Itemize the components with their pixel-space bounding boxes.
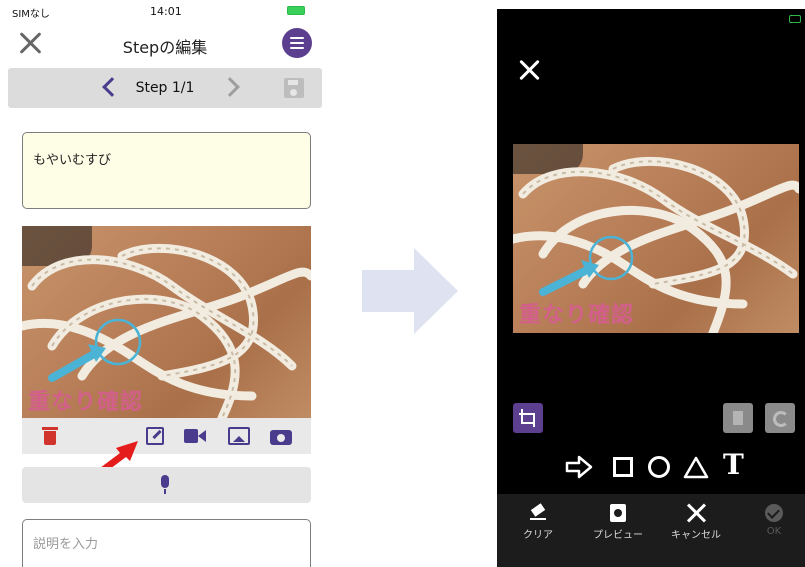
clear-label: クリア [523,530,553,541]
checkmark-icon [765,504,783,522]
step-title-field[interactable]: もやいむすび [22,132,311,209]
trash-icon[interactable] [42,427,58,445]
eraser-icon [530,504,546,522]
list-icon-line [290,47,304,49]
video-camera-icon[interactable] [184,427,206,445]
text-tool-icon[interactable]: T [723,451,744,479]
status-bar: SIMなし 14:01 [0,0,330,22]
arrow-tool-icon[interactable] [565,455,593,479]
list-icon-line [290,37,304,39]
voice-input-button[interactable] [22,467,311,503]
save-icon[interactable] [284,78,304,98]
cancel-icon [687,504,705,522]
camera-icon[interactable] [270,427,292,445]
image-editor-screen: 重なり確認 T クリア プレビュー キャンセル OK [497,9,805,567]
trash-icon[interactable] [723,403,753,433]
media-toolbar [22,418,311,454]
edit-icon[interactable] [146,427,164,445]
step-editor-screen: SIMなし 14:01 Stepの編集 Step 1/1 もやいむすび 重なり確… [0,0,330,567]
preview-icon [610,504,626,522]
ok-label: OK [766,526,782,537]
rectangle-tool-icon[interactable] [613,457,633,477]
chevron-right-icon[interactable] [226,79,238,91]
shape-toolbar: T [563,451,753,481]
editing-photo[interactable]: 重なり確認 [513,144,799,333]
list-menu-button[interactable] [282,28,312,58]
circle-tool-icon[interactable] [648,456,670,478]
clear-button[interactable]: クリア [503,504,573,541]
ok-button[interactable]: OK [739,504,805,537]
description-field[interactable]: 説明を入力 [22,519,311,567]
transition-arrow [362,248,458,334]
triangle-tool-icon[interactable] [683,455,709,479]
preview-label: プレビュー [593,530,643,541]
cancel-button[interactable]: キャンセル [661,504,731,541]
page-title: Stepの編集 [122,38,208,57]
clock-time: 14:01 [150,5,182,18]
gallery-icon[interactable] [228,427,250,445]
close-icon[interactable] [519,59,541,81]
step-navigator: Step 1/1 [8,68,322,108]
photo-caption: 重なり確認 [519,303,635,328]
editor-action-bar: クリア プレビュー キャンセル OK [497,494,805,567]
photo-caption: 重なり確認 [28,390,144,415]
battery-icon [789,15,801,23]
carrier-label: SIMなし [12,9,50,20]
rotate-icon[interactable] [765,403,795,433]
nav-bar: Stepの編集 [0,22,330,66]
step-photo: 重なり確認 [22,226,311,418]
microphone-icon [159,475,171,495]
list-icon-line [290,42,304,44]
step-indicator: Step 1/1 [135,80,195,96]
preview-button[interactable]: プレビュー [583,504,653,541]
battery-icon [287,6,305,15]
crop-icon[interactable] [513,403,543,433]
cancel-label: キャンセル [671,530,721,541]
